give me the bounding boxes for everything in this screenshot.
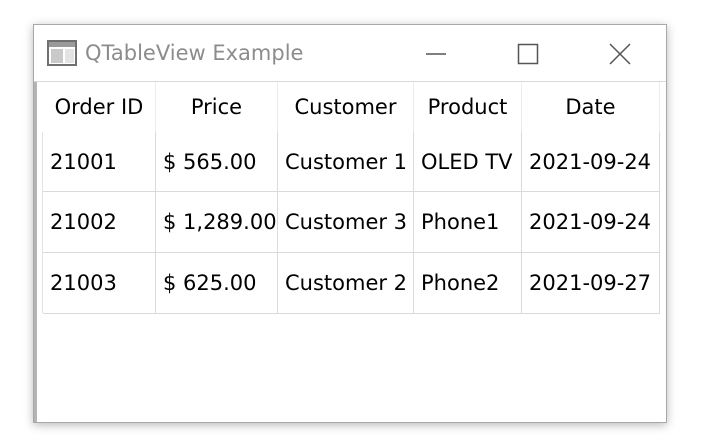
cell-price[interactable]: $ 565.00 xyxy=(156,132,278,191)
close-button[interactable] xyxy=(574,25,666,81)
title-bar[interactable]: QTableView Example xyxy=(34,25,666,81)
column-header-product[interactable]: Product xyxy=(414,82,522,132)
maximize-button[interactable] xyxy=(482,25,574,81)
cell-product[interactable]: Phone1 xyxy=(414,192,522,252)
app-window: QTableView Example Order ID Price Custom… xyxy=(33,24,667,423)
cell-customer[interactable]: Customer 3 xyxy=(278,192,414,252)
cell-date[interactable]: 2021-09-27 xyxy=(522,253,660,313)
column-header-customer[interactable]: Customer xyxy=(278,82,414,132)
cell-date[interactable]: 2021-09-24 xyxy=(522,192,660,252)
cell-price[interactable]: $ 1,289.00 xyxy=(156,192,278,252)
window-title: QTableView Example xyxy=(85,41,304,65)
horizontal-header[interactable]: Order ID Price Customer Product Date xyxy=(43,82,660,132)
table-row[interactable]: 21003 $ 625.00 Customer 2 Phone2 2021-09… xyxy=(43,253,660,314)
cell-customer[interactable]: Customer 1 xyxy=(278,132,414,191)
cell-customer[interactable]: Customer 2 xyxy=(278,253,414,313)
table-row[interactable]: 21002 $ 1,289.00 Customer 3 Phone1 2021-… xyxy=(43,192,660,253)
table-window-icon xyxy=(47,40,77,66)
cell-date[interactable]: 2021-09-24 xyxy=(522,132,660,191)
column-header-price[interactable]: Price xyxy=(156,82,278,132)
cell-price[interactable]: $ 625.00 xyxy=(156,253,278,313)
table-row[interactable]: 21001 $ 565.00 Customer 1 OLED TV 2021-0… xyxy=(43,132,660,192)
minimize-button[interactable] xyxy=(390,25,482,81)
cell-order-id[interactable]: 21003 xyxy=(43,253,156,313)
column-header-date[interactable]: Date xyxy=(522,82,660,132)
table-body: 21001 $ 565.00 Customer 1 OLED TV 2021-0… xyxy=(43,132,660,314)
cell-order-id[interactable]: 21002 xyxy=(43,192,156,252)
table-view[interactable]: Order ID Price Customer Product Date 210… xyxy=(34,82,666,422)
cell-product[interactable]: OLED TV xyxy=(414,132,522,191)
close-icon xyxy=(609,43,631,65)
column-header-order-id[interactable]: Order ID xyxy=(43,82,156,132)
cell-product[interactable]: Phone2 xyxy=(414,253,522,313)
maximize-icon xyxy=(517,43,539,65)
cell-order-id[interactable]: 21001 xyxy=(43,132,156,191)
minimize-icon xyxy=(426,53,446,55)
central-widget: Order ID Price Customer Product Date 210… xyxy=(34,81,666,422)
